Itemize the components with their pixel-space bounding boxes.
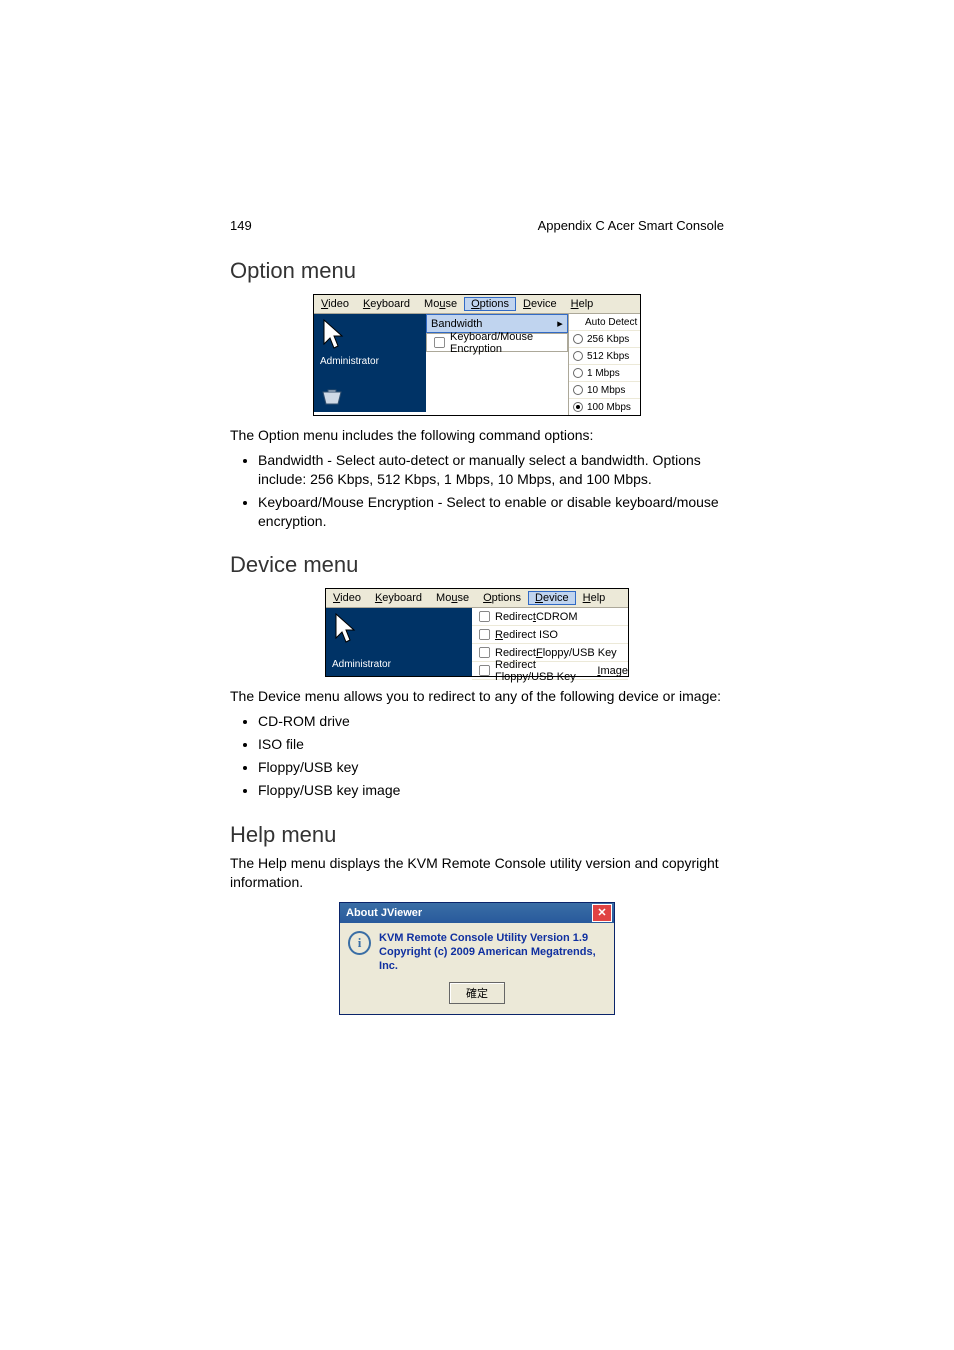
cursor-icon — [322, 318, 346, 350]
figure-option-menu: Video Keyboard Mouse Options Device Help… — [313, 294, 641, 416]
page-content: Option menu Video Keyboard Mouse Options… — [230, 258, 724, 1015]
menu-video[interactable]: Video — [326, 591, 368, 605]
bandwidth-100m[interactable]: 100 Mbps — [569, 399, 640, 415]
menu-help[interactable]: Help — [576, 591, 613, 605]
list-item: Floppy/USB key image — [258, 781, 724, 800]
list-item: CD-ROM drive — [258, 712, 724, 731]
dropdown-label: Keyboard/Mouse Encryption — [450, 331, 567, 355]
cursor-icon — [334, 612, 358, 644]
figure-about-dialog: About JViewer ✕ i KVM Remote Console Uti… — [339, 902, 615, 1015]
device-intro-text: The Device menu allows you to redirect t… — [230, 687, 724, 706]
dialog-title: About JViewer — [346, 907, 422, 919]
radio-icon — [573, 351, 583, 361]
menu-mouse[interactable]: Mouse — [417, 297, 464, 311]
submenu-arrow-icon: ▸ — [555, 317, 565, 330]
section-heading-option: Option menu — [230, 258, 724, 284]
checkbox[interactable] — [479, 665, 490, 676]
admin-label: Administrator — [320, 356, 379, 367]
remote-desktop-area: Administrator — [314, 314, 426, 412]
dropdown-item-kme[interactable]: Keyboard/Mouse Encryption — [426, 333, 568, 352]
list-item: ISO file — [258, 735, 724, 754]
close-icon[interactable]: ✕ — [592, 904, 612, 922]
radio-icon — [573, 368, 583, 378]
menu-mouse[interactable]: Mouse — [429, 591, 476, 605]
checkbox[interactable] — [479, 647, 490, 658]
recycle-bin-icon — [320, 388, 344, 406]
menu-video[interactable]: Video — [314, 297, 356, 311]
radio-icon — [573, 402, 583, 412]
bandwidth-512k[interactable]: 512 Kbps — [569, 348, 640, 365]
submenu-label: Auto Detect — [585, 317, 637, 328]
about-text: KVM Remote Console Utility Version 1.9 C… — [379, 931, 606, 974]
help-intro-text: The Help menu displays the KVM Remote Co… — [230, 854, 724, 892]
options-dropdown: Bandwidth ▸ Keyboard/Mouse Encryption — [426, 314, 568, 415]
info-icon: i — [348, 931, 371, 955]
bandwidth-auto-detect[interactable]: Auto Detect — [569, 314, 640, 331]
submenu-label: 100 Mbps — [587, 402, 631, 413]
figure-device-menu: Video Keyboard Mouse Options Device Help… — [325, 588, 629, 677]
appendix-title: Appendix C Acer Smart Console — [538, 218, 724, 233]
submenu-label: 256 Kbps — [587, 334, 629, 345]
menu-help[interactable]: Help — [564, 297, 601, 311]
menu-device[interactable]: Device — [528, 591, 576, 605]
ok-button[interactable]: 確定 — [449, 982, 505, 1004]
list-item: Floppy/USB key — [258, 758, 724, 777]
menu-device[interactable]: Device — [516, 297, 564, 311]
device-item-iso[interactable]: Redirect ISO — [472, 626, 628, 644]
menu-options[interactable]: Options — [476, 591, 528, 605]
dialog-titlebar: About JViewer ✕ — [340, 903, 614, 923]
section-heading-help: Help menu — [230, 822, 724, 848]
bandwidth-1m[interactable]: 1 Mbps — [569, 365, 640, 382]
section-heading-device: Device menu — [230, 552, 724, 578]
option-intro-text: The Option menu includes the following c… — [230, 426, 724, 445]
about-line2: Copyright (c) 2009 American Megatrends, … — [379, 945, 606, 974]
document-page: 149 Appendix C Acer Smart Console Option… — [0, 0, 954, 1350]
bandwidth-256k[interactable]: 256 Kbps — [569, 331, 640, 348]
submenu-label: 1 Mbps — [587, 368, 620, 379]
menu-keyboard[interactable]: Keyboard — [368, 591, 429, 605]
list-item: Keyboard/Mouse Encryption - Select to en… — [258, 493, 724, 531]
submenu-label: 512 Kbps — [587, 351, 629, 362]
dropdown-label: Bandwidth — [431, 318, 482, 330]
device-bullets: CD-ROM drive ISO file Floppy/USB key Flo… — [258, 712, 724, 800]
menubar: Video Keyboard Mouse Options Device Help — [314, 295, 640, 314]
about-line1: KVM Remote Console Utility Version 1.9 — [379, 931, 606, 945]
checkbox[interactable] — [479, 629, 490, 640]
remote-desktop-area: Administrator — [326, 608, 472, 676]
device-item-floppy-img[interactable]: Redirect Floppy/USB Key Image — [472, 662, 628, 680]
device-item-cdrom[interactable]: Redirect CDROM — [472, 608, 628, 626]
list-item: Bandwidth - Select auto-detect or manual… — [258, 451, 724, 489]
option-bullets: Bandwidth - Select auto-detect or manual… — [258, 451, 724, 531]
bandwidth-submenu: Auto Detect 256 Kbps 512 Kbps 1 Mbps — [568, 314, 640, 415]
page-number: 149 — [230, 218, 252, 233]
kme-checkbox[interactable] — [434, 337, 445, 348]
menu-options[interactable]: Options — [464, 297, 516, 311]
submenu-label: 10 Mbps — [587, 385, 625, 396]
radio-icon — [573, 385, 583, 395]
menu-keyboard[interactable]: Keyboard — [356, 297, 417, 311]
device-dropdown: Redirect CDROM Redirect ISO Redirect Flo… — [472, 608, 628, 676]
radio-icon — [573, 334, 583, 344]
menubar: Video Keyboard Mouse Options Device Help — [326, 589, 628, 608]
bandwidth-10m[interactable]: 10 Mbps — [569, 382, 640, 399]
admin-label: Administrator — [332, 659, 391, 670]
checkbox[interactable] — [479, 611, 490, 622]
